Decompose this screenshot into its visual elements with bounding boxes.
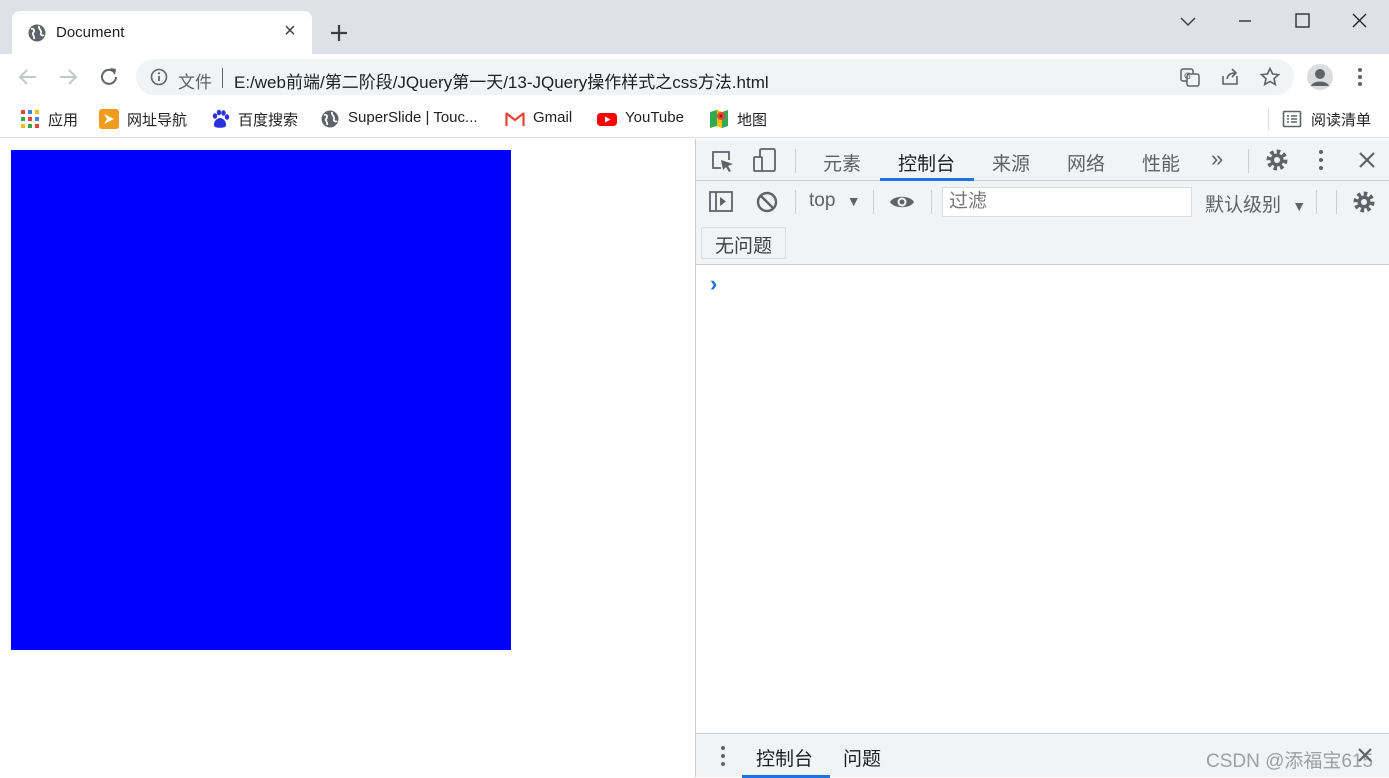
bookmark-label: Gmail: [533, 109, 573, 126]
browser-toolbar: 文件 E:/web前端/第二阶段/JQuery第一天/13-JQuery操作样式…: [0, 54, 1389, 100]
globe-icon: [321, 110, 339, 128]
devtools-drawer: 控制台 问题 CSDN @添福宝615: [696, 733, 1389, 778]
address-url[interactable]: E:/web前端/第二阶段/JQuery第一天/13-JQuery操作样式之cs…: [234, 68, 769, 93]
info-icon[interactable]: [150, 68, 168, 86]
address-bar[interactable]: 文件 E:/web前端/第二阶段/JQuery第一天/13-JQuery操作样式…: [136, 59, 1294, 95]
bookmark-label: 地图: [737, 112, 768, 129]
console-separator: [1316, 190, 1317, 214]
profile-avatar-icon[interactable]: [1306, 63, 1334, 91]
apps-grid-icon: [21, 110, 39, 128]
close-drawer-icon[interactable]: [1354, 744, 1376, 766]
tab-title: Document: [56, 24, 125, 41]
settings-gear-icon[interactable]: [1264, 147, 1290, 173]
bookmark-label: 应用: [48, 112, 79, 129]
translate-icon[interactable]: G: [1179, 66, 1201, 88]
reading-list-icon: [1282, 110, 1302, 128]
page-viewport: [1, 139, 695, 777]
tab-sources[interactable]: 来源: [992, 149, 1030, 176]
devtools-panel: 元素 控制台 来源 网络 性能 » top ▼ 过滤 默认级别 ▼ 无问题 › …: [695, 139, 1389, 778]
baidu-paw-icon: [212, 109, 230, 128]
tab-search-chevron-icon[interactable]: [1170, 8, 1206, 34]
tab-performance[interactable]: 性能: [1142, 149, 1180, 176]
drawer-tab-issues[interactable]: 问题: [843, 744, 881, 771]
bookmark-label: YouTube: [625, 109, 684, 126]
console-prompt-icon: ›: [710, 271, 718, 296]
console-separator: [873, 190, 874, 214]
bookmarks-separator: [1268, 108, 1269, 130]
context-select[interactable]: top ▼: [809, 190, 861, 212]
log-level-value: 默认级别: [1205, 195, 1282, 216]
filter-input[interactable]: [942, 187, 1192, 217]
bookmark-label: 网址导航: [127, 112, 188, 129]
console-separator: [795, 190, 796, 214]
globe-icon: [28, 24, 46, 42]
drawer-tab-console[interactable]: 控制台: [756, 744, 813, 771]
share-icon[interactable]: [1219, 66, 1241, 88]
context-value: top: [809, 190, 836, 211]
bookmark-label: 百度搜索: [238, 112, 299, 129]
reload-icon[interactable]: [96, 64, 122, 90]
live-expression-eye-icon[interactable]: [889, 189, 915, 215]
tab-console[interactable]: 控制台: [898, 149, 955, 176]
no-issues-button[interactable]: 无问题: [701, 227, 787, 259]
more-tabs-icon[interactable]: »: [1211, 146, 1223, 172]
minimize-icon[interactable]: [1227, 8, 1263, 34]
svg-text:G: G: [1184, 72, 1191, 82]
address-separator: [222, 68, 223, 88]
tab-network[interactable]: 网络: [1067, 149, 1105, 176]
sidebar-toggle-icon[interactable]: [708, 189, 734, 215]
close-devtools-icon[interactable]: [1354, 147, 1380, 173]
maximize-icon[interactable]: [1284, 8, 1320, 34]
inspect-element-icon[interactable]: [709, 148, 735, 174]
tab-close-icon[interactable]: ×: [280, 21, 300, 41]
dropdown-arrow-icon: ▼: [1292, 198, 1307, 214]
clear-console-icon[interactable]: [754, 189, 780, 215]
device-toolbar-icon[interactable]: [752, 147, 778, 173]
console-settings-gear-icon[interactable]: [1351, 189, 1377, 215]
console-output[interactable]: ›: [696, 265, 1389, 733]
csdn-watermark: CSDN @添福宝615: [1206, 751, 1374, 772]
reading-list-label: 阅读清单: [1311, 112, 1372, 129]
back-arrow-icon[interactable]: [15, 64, 41, 90]
forward-arrow-icon[interactable]: [55, 64, 81, 90]
maps-icon: [710, 110, 728, 128]
youtube-icon: [597, 113, 617, 126]
bookmark-label: SuperSlide | Touc...: [348, 109, 478, 126]
drawer-menu-icon[interactable]: [710, 743, 736, 769]
security-label: 文件: [178, 73, 212, 92]
devtools-separator: [795, 149, 796, 173]
tab-strip: Document ×: [0, 0, 1389, 54]
blue-box: [11, 150, 511, 650]
console-separator: [1336, 190, 1337, 214]
devtools-separator: [1248, 149, 1249, 173]
browser-menu-icon[interactable]: [1352, 64, 1368, 90]
devtools-menu-icon[interactable]: [1308, 147, 1334, 173]
bookmarks-bar: 应用 网址导航 百度搜索 SuperSlide | Touc... Gmail: [0, 100, 1389, 138]
tab-elements[interactable]: 元素: [823, 149, 861, 176]
close-window-icon[interactable]: [1341, 8, 1377, 34]
log-level-select[interactable]: 默认级别 ▼: [1205, 190, 1306, 217]
dropdown-arrow-icon: ▼: [846, 193, 861, 209]
console-separator: [931, 190, 932, 214]
devtools-tab-bar: 元素 控制台 来源 网络 性能 »: [696, 139, 1389, 181]
new-tab-icon[interactable]: [326, 20, 352, 46]
console-toolbar: top ▼ 默认级别 ▼: [696, 181, 1389, 221]
nav-arrow-icon: [99, 109, 119, 129]
issues-bar: 无问题: [696, 221, 1389, 265]
browser-tab[interactable]: Document ×: [12, 11, 312, 54]
gmail-icon: [505, 112, 525, 126]
bookmark-star-icon[interactable]: [1259, 66, 1281, 88]
